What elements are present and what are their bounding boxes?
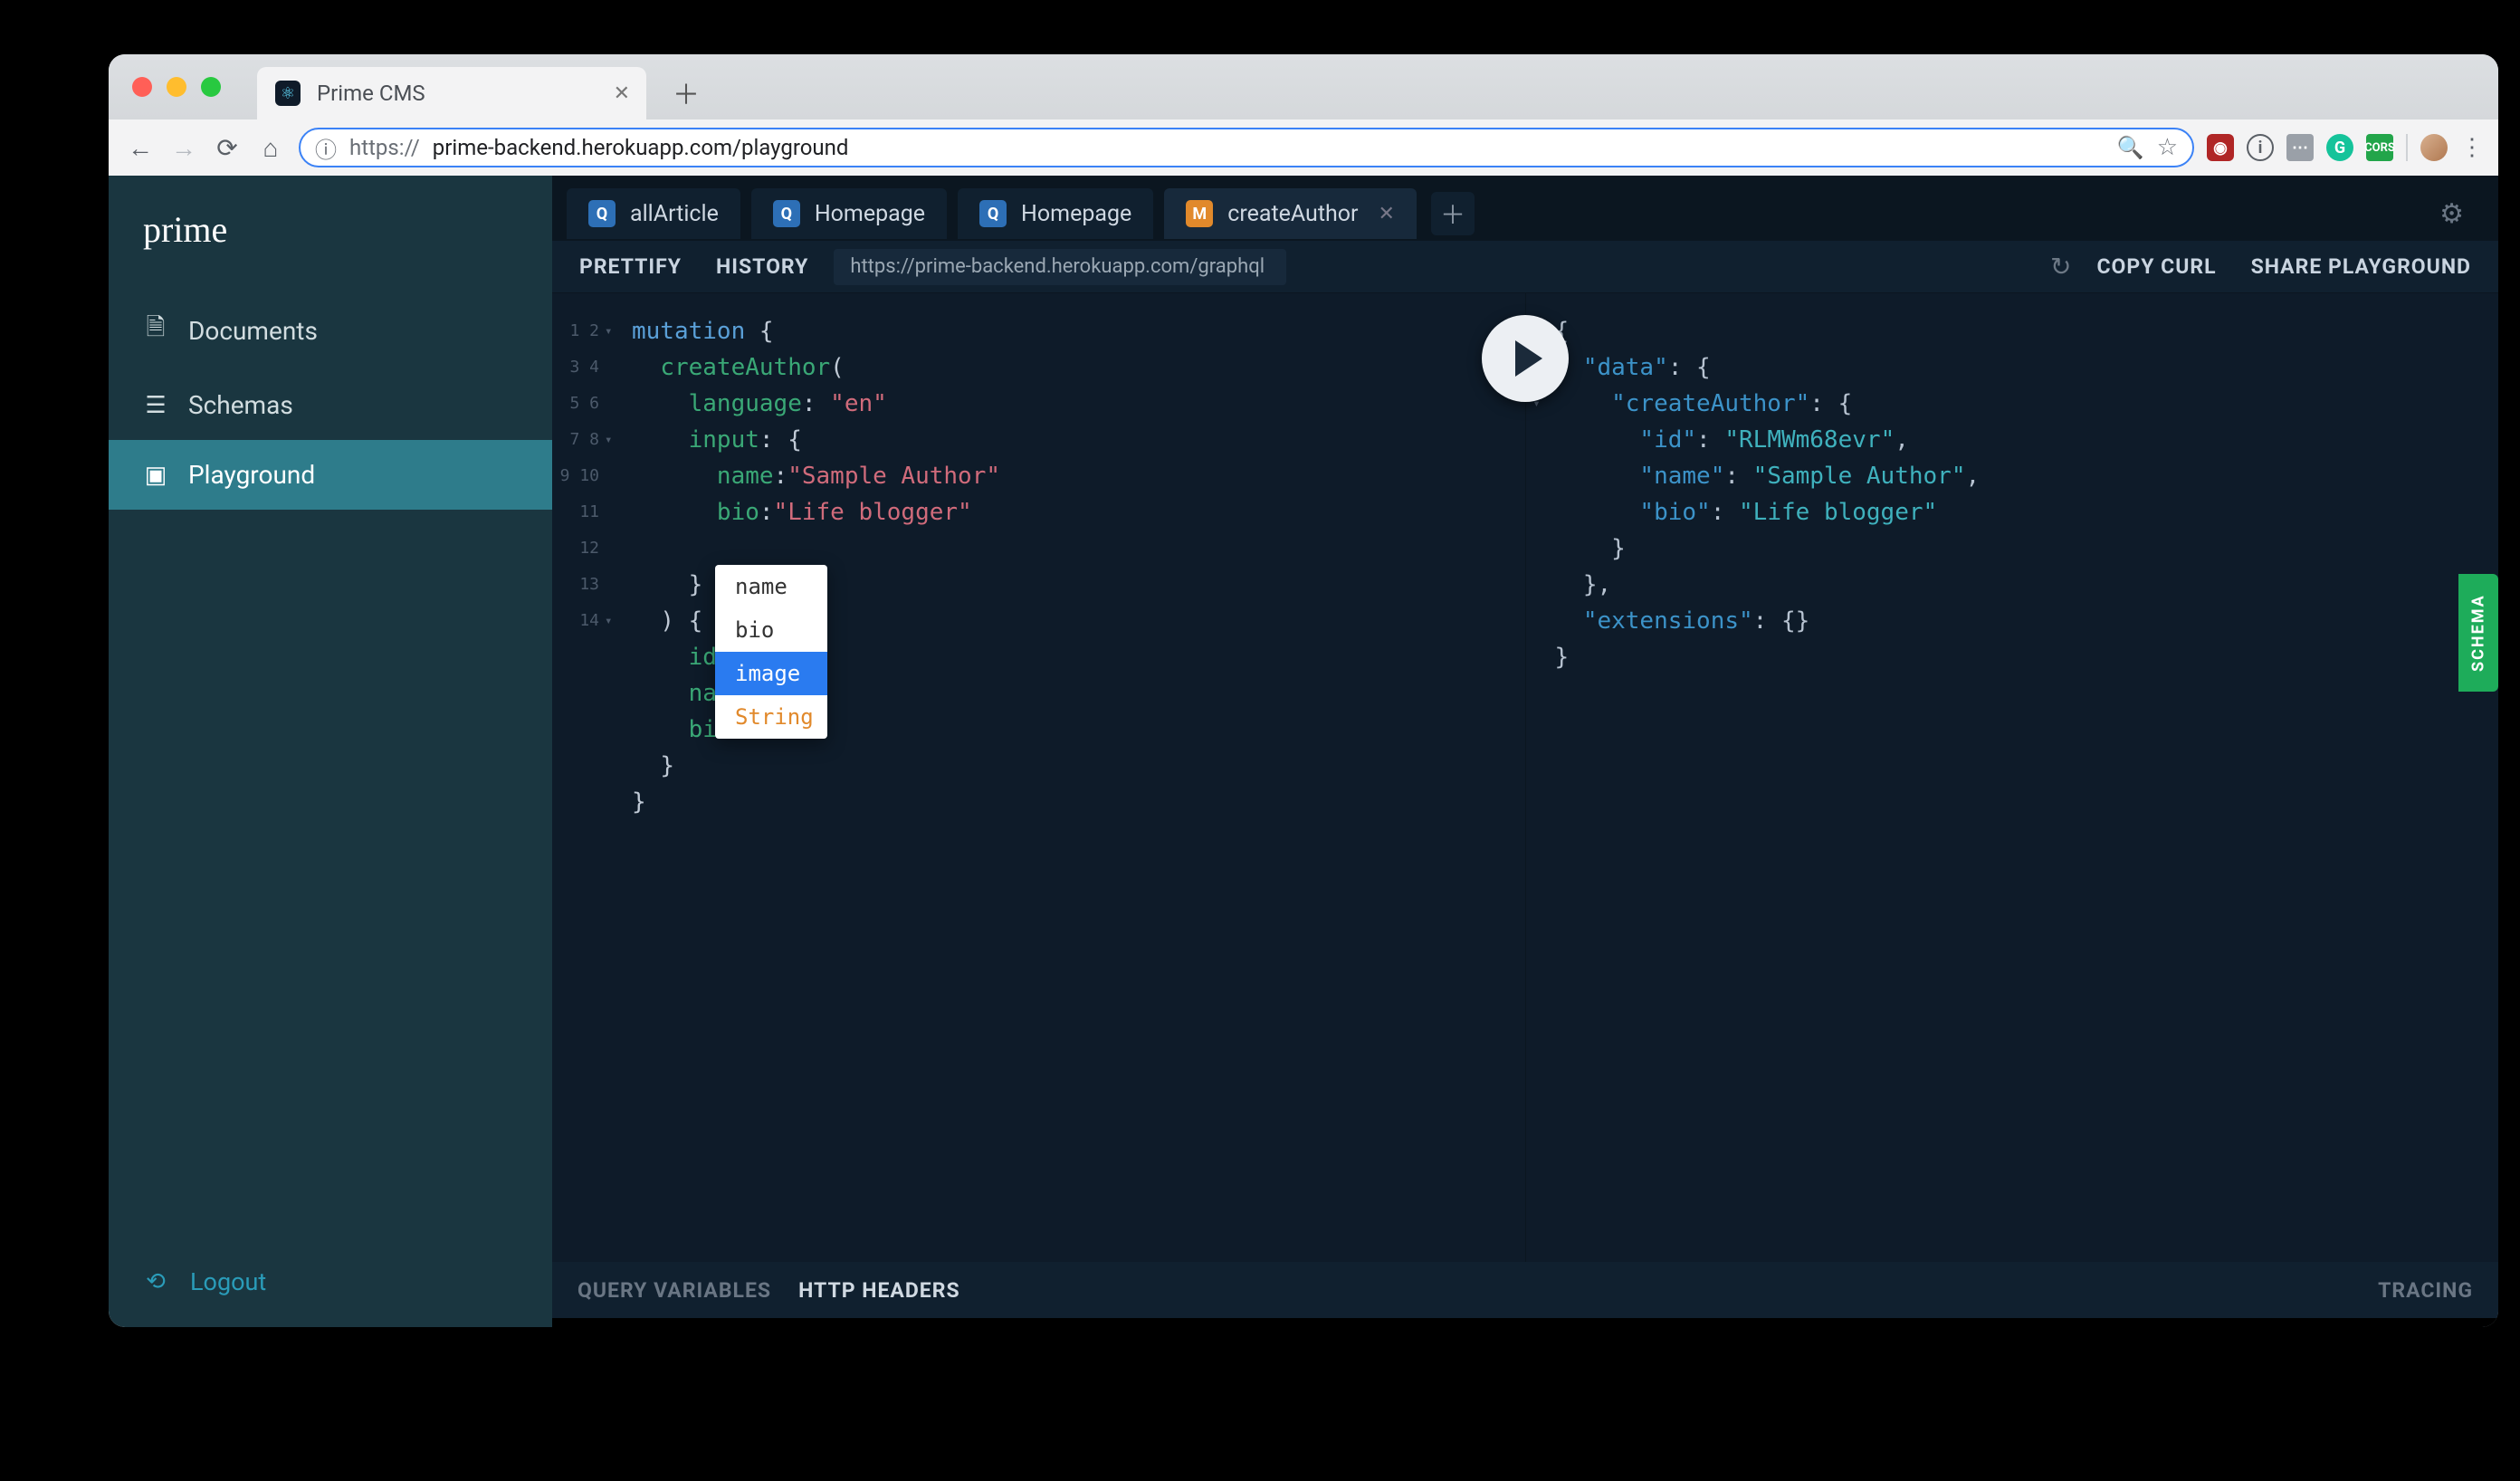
minimize-window-icon[interactable] bbox=[167, 77, 186, 97]
result-id: RLMWm68evr bbox=[1739, 426, 1881, 454]
tracing-tab[interactable]: TRACING bbox=[2378, 1278, 2473, 1303]
app-body: prime 🗎 Documents ☰ Schemas ▣ Playground… bbox=[109, 176, 2498, 1327]
document-icon: 🗎 bbox=[143, 311, 168, 350]
playground-tab-label: allArticle bbox=[630, 201, 719, 227]
zoom-icon[interactable]: 🔍 bbox=[2117, 135, 2144, 160]
query-editor-pane: 1 2 3 4 5 6 7 8 9 10 11 12 13 14 ▾ ▾ ▾ m… bbox=[552, 293, 1525, 1262]
schema-icon: ☰ bbox=[143, 392, 168, 419]
bottom-border bbox=[552, 1318, 2498, 1327]
playground-tab-label: Homepage bbox=[1021, 201, 1131, 227]
sidebar-item-schemas[interactable]: ☰ Schemas bbox=[109, 370, 552, 440]
playground-tab[interactable]: Q Homepage bbox=[958, 188, 1153, 239]
copy-curl-button[interactable]: COPY CURL bbox=[2088, 249, 2226, 284]
query-badge-icon: Q bbox=[773, 200, 800, 227]
autocomplete-popup: name bio image String bbox=[715, 565, 827, 739]
playground-footer: QUERY VARIABLES HTTP HEADERS TRACING bbox=[552, 1262, 2498, 1318]
playground-toolbar: PRETTIFY HISTORY https://prime-backend.h… bbox=[552, 241, 2498, 293]
url-path: prime-backend.herokuapp.com/playground bbox=[433, 135, 849, 160]
new-tab-button[interactable]: ＋ bbox=[668, 74, 704, 110]
settings-icon[interactable]: ⚙ bbox=[2420, 198, 2484, 230]
playground-tab[interactable]: Q allArticle bbox=[567, 188, 740, 239]
browser-menu-icon[interactable]: ⋮ bbox=[2460, 134, 2482, 161]
home-icon[interactable]: ⌂ bbox=[255, 133, 286, 163]
query-badge-icon: Q bbox=[588, 200, 616, 227]
query-editor[interactable]: mutation { createAuthor( language: "en" … bbox=[625, 293, 1525, 820]
playground-tab-label: Homepage bbox=[815, 201, 925, 227]
sidebar-item-label: Documents bbox=[188, 316, 318, 346]
browser-window: ⚛ Prime CMS ✕ ＋ ← → ⟳ ⌂ ⓘ https://prime-… bbox=[109, 54, 2498, 1327]
result-bio: Life blogger bbox=[1753, 499, 1923, 526]
sidebar-item-label: Schemas bbox=[188, 390, 293, 420]
browser-toolbar: ← → ⟳ ⌂ ⓘ https:// prime-backend.herokuap… bbox=[109, 119, 2498, 176]
http-headers-tab[interactable]: HTTP HEADERS bbox=[798, 1278, 960, 1303]
sidebar-item-playground[interactable]: ▣ Playground bbox=[109, 440, 552, 510]
line-gutter: 1 2 3 4 5 6 7 8 9 10 11 12 13 14 bbox=[552, 313, 603, 639]
extension-info-icon[interactable]: i bbox=[2247, 134, 2274, 161]
query-badge-icon: Q bbox=[979, 200, 1007, 227]
maximize-window-icon[interactable] bbox=[201, 77, 221, 97]
playground-tab-label: createAuthor bbox=[1227, 201, 1358, 227]
autocomplete-item[interactable]: name bbox=[715, 565, 827, 608]
browser-tab[interactable]: ⚛ Prime CMS ✕ bbox=[257, 67, 646, 119]
sidebar: prime 🗎 Documents ☰ Schemas ▣ Playground… bbox=[109, 176, 552, 1327]
endpoint-input[interactable]: https://prime-backend.herokuapp.com/grap… bbox=[834, 249, 1286, 285]
playground-icon: ▣ bbox=[143, 462, 168, 489]
history-button[interactable]: HISTORY bbox=[707, 249, 817, 284]
browser-tab-title: Prime CMS bbox=[317, 81, 597, 106]
extension-ublock-icon[interactable]: ◉ bbox=[2207, 134, 2234, 161]
tab-close-icon[interactable]: ✕ bbox=[614, 82, 630, 105]
browser-tabstrip: ⚛ Prime CMS ✕ ＋ bbox=[109, 54, 2498, 119]
extension-grammarly-icon[interactable]: G bbox=[2326, 134, 2353, 161]
sidebar-item-documents[interactable]: 🗎 Documents bbox=[109, 291, 552, 370]
playground-tabs: Q allArticle Q Homepage Q Homepage M cre… bbox=[552, 176, 2498, 241]
add-tab-button[interactable]: ＋ bbox=[1431, 192, 1475, 235]
prettify-button[interactable]: PRETTIFY bbox=[570, 249, 691, 284]
profile-avatar[interactable] bbox=[2420, 134, 2448, 161]
share-playground-button[interactable]: SHARE PLAYGROUND bbox=[2242, 249, 2480, 284]
play-icon bbox=[1515, 340, 1542, 377]
autocomplete-item-selected[interactable]: image bbox=[715, 652, 827, 695]
run-button[interactable] bbox=[1482, 315, 1569, 402]
reload-icon[interactable]: ⟳ bbox=[212, 133, 243, 163]
endpoint-value: https://prime-backend.herokuapp.com/grap… bbox=[850, 255, 1265, 278]
favicon-icon: ⚛ bbox=[275, 81, 301, 106]
close-window-icon[interactable] bbox=[132, 77, 152, 97]
autocomplete-item-type[interactable]: String bbox=[715, 695, 827, 739]
back-icon[interactable]: ← bbox=[125, 133, 156, 163]
playground-tab-active[interactable]: M createAuthor ✕ bbox=[1164, 188, 1417, 239]
schema-handle-label: SCHEMA bbox=[2469, 594, 2488, 672]
forward-icon[interactable]: → bbox=[168, 133, 199, 163]
brand-logo: prime bbox=[109, 176, 552, 291]
result-name: Sample Author bbox=[1767, 463, 1952, 490]
site-info-icon[interactable]: ⓘ bbox=[315, 132, 337, 164]
fold-gutter: ▾ ▾ ▾ bbox=[605, 313, 621, 820]
url-scheme: https:// bbox=[349, 135, 420, 160]
extension-chat-icon[interactable]: ⋯ bbox=[2286, 134, 2314, 161]
schema-drawer-handle[interactable]: SCHEMA bbox=[2458, 574, 2498, 692]
playground-main: 1 2 3 4 5 6 7 8 9 10 11 12 13 14 ▾ ▾ ▾ m… bbox=[552, 293, 2498, 1262]
logout-icon: ⟲ bbox=[143, 1268, 168, 1295]
playground-tab[interactable]: Q Homepage bbox=[751, 188, 947, 239]
mutation-badge-icon: M bbox=[1186, 200, 1213, 227]
logout-button[interactable]: ⟲ Logout bbox=[109, 1242, 552, 1327]
sidebar-item-label: Playground bbox=[188, 460, 315, 490]
autocomplete-item[interactable]: bio bbox=[715, 608, 827, 652]
logout-label: Logout bbox=[190, 1267, 266, 1296]
query-variables-tab[interactable]: QUERY VARIABLES bbox=[578, 1278, 771, 1303]
extension-cors-icon[interactable]: CORS bbox=[2366, 134, 2393, 161]
window-controls bbox=[132, 54, 257, 119]
result-viewer[interactable]: { "data": { "createAuthor": { "id": "RLM… bbox=[1526, 293, 2499, 675]
address-bar[interactable]: ⓘ https:// prime-backend.herokuapp.com/pl… bbox=[299, 128, 2194, 167]
reload-schema-icon[interactable]: ↻ bbox=[2050, 252, 2071, 282]
close-tab-icon[interactable]: ✕ bbox=[1379, 203, 1395, 225]
result-pane: ▾ ▾ { "data": { "createAuthor": { "id": … bbox=[1525, 293, 2499, 1262]
bookmark-icon[interactable]: ☆ bbox=[2157, 134, 2178, 161]
playground: Q allArticle Q Homepage Q Homepage M cre… bbox=[552, 176, 2498, 1327]
